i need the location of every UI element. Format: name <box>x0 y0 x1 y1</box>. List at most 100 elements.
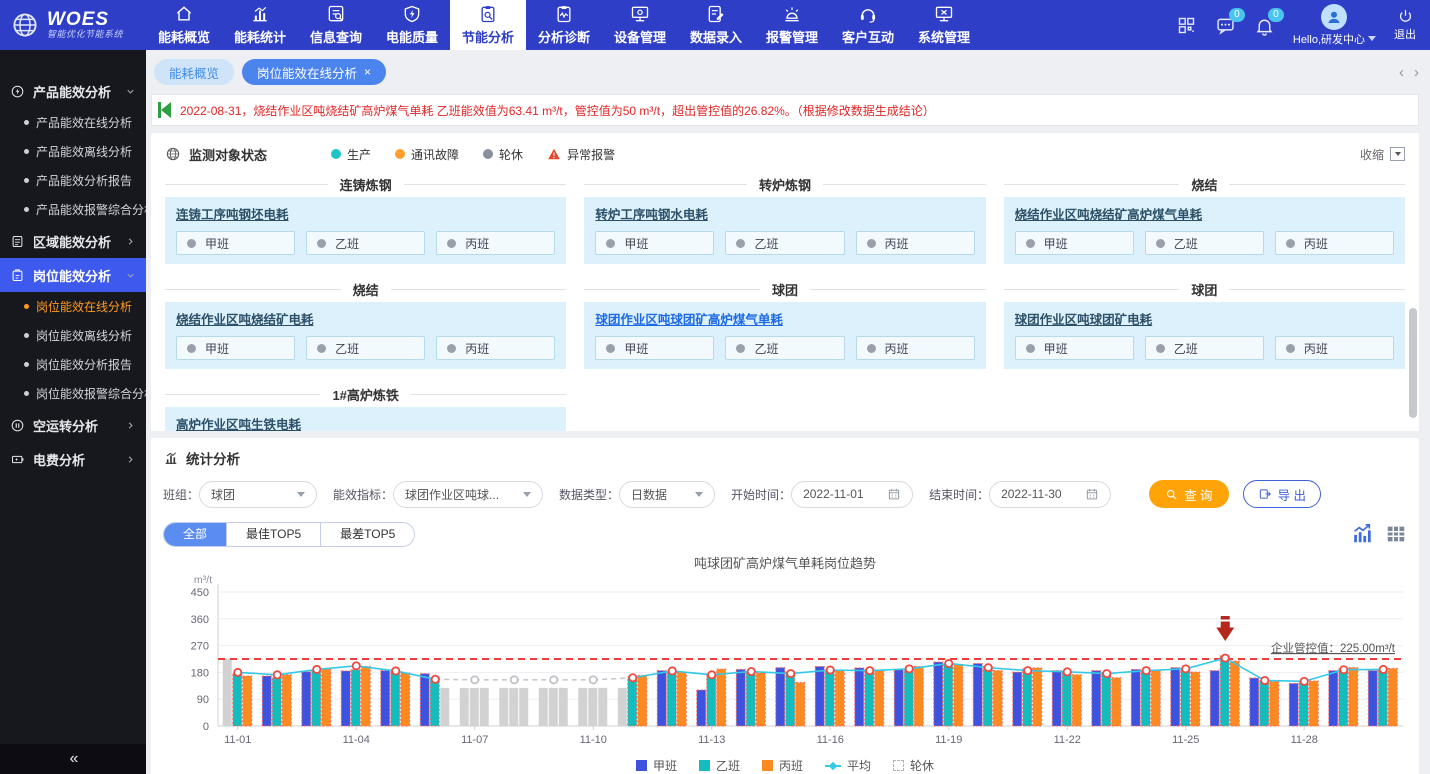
shift-button-5-1[interactable]: 乙班 <box>1145 336 1264 360</box>
shift-select[interactable]: 球团 <box>199 481 317 508</box>
legend-item-0[interactable]: 甲班 <box>636 757 677 774</box>
sidebar-item-2-1[interactable]: 岗位能效离线分析 <box>0 321 146 350</box>
nav-item-10[interactable]: 系统管理 <box>906 0 982 50</box>
user-menu[interactable]: Hello,研发中心 <box>1293 4 1376 47</box>
indicator-card-title[interactable]: 连铸工序吨钢坯电耗 <box>176 204 555 223</box>
nav-item-1[interactable]: 能耗统计 <box>222 0 298 50</box>
shift-button-2-1[interactable]: 乙班 <box>1145 231 1264 255</box>
tab-post-efficiency-online[interactable]: 岗位能效在线分析 × <box>242 59 386 85</box>
shift-button-label: 甲班 <box>1044 235 1068 252</box>
indicator-card-title[interactable]: 转炉工序吨钢水电耗 <box>595 204 974 223</box>
legend-item-2[interactable]: 丙班 <box>762 757 803 774</box>
indicator-card-title[interactable]: 球团作业区吨球团矿高炉煤气单耗 <box>595 309 974 328</box>
nav-item-6[interactable]: 设备管理 <box>602 0 678 50</box>
sidebar-group-0[interactable]: 产品能效分析 <box>0 74 146 108</box>
sidebar-item-0-3[interactable]: 产品能效报警综合分析 <box>0 195 146 224</box>
collapse-control[interactable]: 收缩 <box>1360 146 1405 163</box>
shift-button-label: 甲班 <box>205 340 229 357</box>
shift-button-4-1[interactable]: 乙班 <box>725 336 844 360</box>
segment-2[interactable]: 最差TOP5 <box>320 523 414 546</box>
indicator-card-title[interactable]: 球团作业区吨球团矿电耗 <box>1015 309 1394 328</box>
notifications-button[interactable]: 0 <box>1254 15 1275 36</box>
shift-button-2-0[interactable]: 甲班 <box>1015 231 1134 255</box>
tab-energy-overview[interactable]: 能耗概览 <box>154 59 234 85</box>
indicator-card-title[interactable]: 烧结作业区吨烧结矿高炉煤气单耗 <box>1015 204 1394 223</box>
shift-button-5-0[interactable]: 甲班 <box>1015 336 1134 360</box>
shift-button-0-0[interactable]: 甲班 <box>176 231 295 255</box>
shift-button-1-0[interactable]: 甲班 <box>595 231 714 255</box>
nav-item-3[interactable]: 电能质量 <box>374 0 450 50</box>
table-view-icon[interactable] <box>1385 523 1407 545</box>
legend-item-4[interactable]: 轮休 <box>893 757 934 774</box>
logout-button[interactable]: 退出 <box>1394 8 1416 42</box>
sidebar-item-0-0[interactable]: 产品能效在线分析 <box>0 108 146 137</box>
export-button[interactable]: 导 出 <box>1243 480 1321 508</box>
nav-item-0[interactable]: 能耗概览 <box>146 0 222 50</box>
search-icon <box>1165 488 1178 501</box>
shift-button-2-2[interactable]: 丙班 <box>1275 231 1394 255</box>
sidebar-group-1[interactable]: 区域能效分析 <box>0 224 146 258</box>
sidebar-item-2-2[interactable]: 岗位能效分析报告 <box>0 350 146 379</box>
sidebar-group-2[interactable]: 岗位能效分析 <box>0 258 146 292</box>
shift-button-5-2[interactable]: 丙班 <box>1275 336 1394 360</box>
tab-scroll-right-icon[interactable]: › <box>1414 64 1419 81</box>
nav-item-8[interactable]: 报警管理 <box>754 0 830 50</box>
bullet-icon <box>24 333 29 338</box>
messages-button[interactable]: 0 <box>1215 15 1236 36</box>
sidebar-group-3[interactable]: 空运转分析 <box>0 408 146 442</box>
sidebar-item-2-3[interactable]: 岗位能效报警综合分析 <box>0 379 146 408</box>
entry-icon <box>706 4 726 24</box>
calendar-icon <box>887 487 901 501</box>
shift-button-0-1[interactable]: 乙班 <box>306 231 425 255</box>
tab-scroll-left-icon[interactable]: ‹ <box>1399 64 1404 81</box>
quality-icon <box>402 4 422 24</box>
start-date-value: 2022-11-01 <box>803 487 864 501</box>
monitor-scrollbar[interactable] <box>1409 308 1417 418</box>
tab-close-icon[interactable]: × <box>364 66 371 78</box>
indicator-card: 球团作业区吨球团矿电耗 甲班乙班丙班 <box>1004 302 1405 369</box>
segment-0[interactable]: 全部 <box>164 523 226 546</box>
end-date-input[interactable]: 2022-11-30 <box>989 481 1111 508</box>
chevron-down-icon <box>1368 36 1376 41</box>
sidebar-item-2-0[interactable]: 岗位能效在线分析 <box>0 292 146 321</box>
sidebar-group-4[interactable]: 电费分析 <box>0 442 146 476</box>
shift-button-3-2[interactable]: 丙班 <box>436 336 555 360</box>
status-dot-icon <box>447 239 456 248</box>
sidebar-item-0-2[interactable]: 产品能效分析报告 <box>0 166 146 195</box>
indicator-card-title[interactable]: 高炉作业区吨生铁电耗 <box>176 414 555 431</box>
qr-code-icon[interactable] <box>1176 15 1197 36</box>
shift-button-4-2[interactable]: 丙班 <box>856 336 975 360</box>
shift-button-3-1[interactable]: 乙班 <box>306 336 425 360</box>
start-date-label: 开始时间： <box>731 486 791 503</box>
shift-button-1-1[interactable]: 乙班 <box>725 231 844 255</box>
nav-item-7[interactable]: 数据录入 <box>678 0 754 50</box>
nav-item-2[interactable]: 信息查询 <box>298 0 374 50</box>
datatype-select[interactable]: 日数据 <box>619 481 715 508</box>
indicator-card-title[interactable]: 烧结作业区吨烧结矿电耗 <box>176 309 555 328</box>
shift-button-0-2[interactable]: 丙班 <box>436 231 555 255</box>
nav-item-4[interactable]: 节能分析 <box>450 0 526 50</box>
shift-button-1-2[interactable]: 丙班 <box>856 231 975 255</box>
nav-item-5[interactable]: 分析诊断 <box>526 0 602 50</box>
svg-text:0: 0 <box>203 721 209 733</box>
status-dot-icon <box>187 239 196 248</box>
chart-view-icon[interactable] <box>1351 523 1373 545</box>
monitor-cell-1: 转炉炼钢 转炉工序吨钢水电耗 甲班乙班丙班 <box>584 171 985 264</box>
query-button[interactable]: 查 询 <box>1149 480 1228 508</box>
legend-item-1[interactable]: 乙班 <box>699 757 740 774</box>
segment-1[interactable]: 最佳TOP5 <box>226 523 320 546</box>
device-icon <box>630 4 650 24</box>
nav-item-9[interactable]: 客户互动 <box>830 0 906 50</box>
bullet-icon <box>24 178 29 183</box>
status-dot-icon <box>317 239 326 248</box>
indicator-select[interactable]: 球团作业区吨球... <box>393 481 543 508</box>
sidebar-collapse-button[interactable]: « <box>0 744 146 774</box>
trend-chart[interactable]: 090180270360450m³/t11-0111-0411-0711-101… <box>163 574 1407 757</box>
shift-button-3-0[interactable]: 甲班 <box>176 336 295 360</box>
shift-button-label: 丙班 <box>465 235 489 252</box>
start-date-input[interactable]: 2022-11-01 <box>791 481 913 508</box>
legend-item-3[interactable]: 平均 <box>825 757 871 774</box>
monitor-title: 监测对象状态 <box>189 145 267 164</box>
sidebar-item-0-1[interactable]: 产品能效离线分析 <box>0 137 146 166</box>
shift-button-4-0[interactable]: 甲班 <box>595 336 714 360</box>
